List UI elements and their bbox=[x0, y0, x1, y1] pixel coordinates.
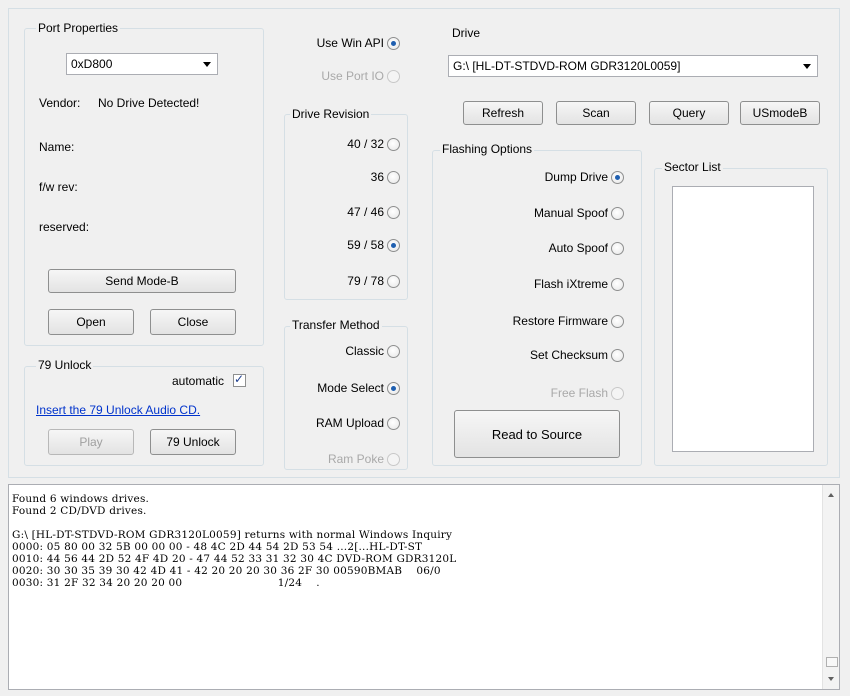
flash-ixtreme-label: Flash iXtreme bbox=[533, 277, 608, 291]
flash-dump-drive-option[interactable]: Dump Drive bbox=[440, 170, 624, 184]
flash-auto-spoof-option[interactable]: Auto Spoof bbox=[440, 241, 624, 255]
flash-restore-firmware-label: Restore Firmware bbox=[512, 314, 608, 328]
revision-36-radio[interactable] bbox=[387, 170, 400, 184]
transfer-ram-upload-option[interactable]: RAM Upload bbox=[290, 416, 400, 430]
flash-ixtreme-radio[interactable] bbox=[611, 277, 624, 291]
drive-revision-title: Drive Revision bbox=[290, 107, 372, 121]
transfer-mode-select-option[interactable]: Mode Select bbox=[290, 381, 400, 395]
transfer-classic-option[interactable]: Classic bbox=[290, 344, 400, 358]
flash-ixtreme-option[interactable]: Flash iXtreme bbox=[440, 277, 624, 291]
revision-36-label: 36 bbox=[370, 170, 384, 184]
query-button[interactable]: Query bbox=[649, 101, 729, 125]
scroll-up-icon[interactable] bbox=[828, 493, 834, 497]
flash-restore-firmware-option[interactable]: Restore Firmware bbox=[440, 314, 624, 328]
vendor-label: Vendor: bbox=[39, 96, 81, 110]
flash-manual-spoof-label: Manual Spoof bbox=[533, 206, 608, 220]
flash-free-flash-radio[interactable] bbox=[611, 386, 624, 400]
79-unlock-button[interactable]: 79 Unlock bbox=[150, 429, 236, 455]
automatic-label: automatic bbox=[172, 374, 225, 388]
revision-40-32-radio[interactable] bbox=[387, 137, 400, 151]
transfer-ram-upload-radio[interactable] bbox=[387, 416, 400, 430]
automatic-checkbox[interactable] bbox=[233, 372, 246, 387]
flash-free-flash-option[interactable]: Free Flash bbox=[440, 386, 624, 400]
revision-40-32-option[interactable]: 40 / 32 bbox=[290, 137, 400, 151]
read-to-source-button[interactable]: Read to Source bbox=[454, 410, 620, 458]
revision-40-32-label: 40 / 32 bbox=[347, 137, 384, 151]
flash-manual-spoof-radio[interactable] bbox=[611, 206, 624, 220]
transfer-ram-poke-label: Ram Poke bbox=[327, 452, 384, 466]
transfer-ram-poke-radio[interactable] bbox=[387, 452, 400, 466]
resize-grip-icon[interactable] bbox=[826, 657, 838, 667]
chevron-down-icon bbox=[803, 64, 811, 69]
port-address-select[interactable]: 0xD800 bbox=[66, 53, 218, 75]
close-button[interactable]: Close bbox=[150, 309, 236, 335]
firmware-revision-label: f/w rev: bbox=[39, 180, 78, 194]
drive-select[interactable]: G:\ [HL-DT-STDVD-ROM GDR3120L0059] bbox=[448, 55, 818, 77]
use-port-io-radio[interactable] bbox=[387, 69, 400, 83]
use-port-io-label: Use Port IO bbox=[321, 69, 384, 83]
flash-set-checksum-radio[interactable] bbox=[611, 348, 624, 362]
flash-manual-spoof-option[interactable]: Manual Spoof bbox=[440, 206, 624, 220]
transfer-mode-select-radio[interactable] bbox=[387, 381, 400, 395]
name-label: Name: bbox=[39, 140, 75, 154]
flash-set-checksum-label: Set Checksum bbox=[529, 348, 608, 362]
use-port-io-option[interactable]: Use Port IO bbox=[280, 69, 400, 83]
usmodeb-button[interactable]: USmodeB bbox=[740, 101, 820, 125]
port-properties-title: Port Properties bbox=[36, 21, 121, 35]
use-win-api-option[interactable]: Use Win API bbox=[280, 36, 400, 50]
log-text: Found 6 windows drives. Found 2 CD/DVD d… bbox=[12, 493, 457, 589]
chevron-down-icon bbox=[203, 62, 211, 67]
send-mode-b-button[interactable]: Send Mode-B bbox=[48, 269, 236, 293]
unlock79-title: 79 Unlock bbox=[36, 358, 94, 372]
open-button[interactable]: Open bbox=[48, 309, 134, 335]
log-scrollbar[interactable] bbox=[822, 485, 839, 689]
transfer-method-title: Transfer Method bbox=[290, 318, 382, 332]
flash-auto-spoof-label: Auto Spoof bbox=[548, 241, 608, 255]
refresh-button[interactable]: Refresh bbox=[463, 101, 543, 125]
scroll-down-icon[interactable] bbox=[828, 677, 834, 681]
sector-list-box[interactable] bbox=[672, 186, 814, 452]
transfer-classic-radio[interactable] bbox=[387, 344, 400, 358]
transfer-classic-label: Classic bbox=[345, 344, 384, 358]
play-button[interactable]: Play bbox=[48, 429, 134, 455]
transfer-mode-select-label: Mode Select bbox=[317, 381, 384, 395]
revision-36-option[interactable]: 36 bbox=[290, 170, 400, 184]
insert-unlock-cd-link[interactable]: Insert the 79 Unlock Audio CD. bbox=[36, 403, 200, 417]
flash-free-flash-label: Free Flash bbox=[550, 386, 608, 400]
reserved-label: reserved: bbox=[39, 220, 90, 234]
flash-set-checksum-option[interactable]: Set Checksum bbox=[440, 348, 624, 362]
revision-47-46-label: 47 / 46 bbox=[347, 205, 384, 219]
use-win-api-radio[interactable] bbox=[387, 36, 400, 50]
port-address-value: 0xD800 bbox=[71, 57, 113, 71]
revision-47-46-radio[interactable] bbox=[387, 205, 400, 219]
log-output[interactable]: Found 6 windows drives. Found 2 CD/DVD d… bbox=[8, 484, 840, 690]
vendor-value: No Drive Detected! bbox=[98, 96, 200, 110]
revision-47-46-option[interactable]: 47 / 46 bbox=[290, 205, 400, 219]
flash-restore-firmware-radio[interactable] bbox=[611, 314, 624, 328]
flash-dump-drive-radio[interactable] bbox=[611, 170, 624, 184]
sector-list-title: Sector List bbox=[662, 160, 723, 174]
transfer-ram-poke-option[interactable]: Ram Poke bbox=[290, 452, 400, 466]
revision-59-58-option[interactable]: 59 / 58 bbox=[290, 238, 400, 252]
transfer-ram-upload-label: RAM Upload bbox=[315, 416, 384, 430]
drive-title: Drive bbox=[452, 26, 481, 40]
flashing-options-title: Flashing Options bbox=[440, 142, 535, 156]
revision-59-58-radio[interactable] bbox=[387, 238, 400, 252]
flash-auto-spoof-radio[interactable] bbox=[611, 241, 624, 255]
use-win-api-label: Use Win API bbox=[316, 36, 384, 50]
revision-59-58-label: 59 / 58 bbox=[347, 238, 384, 252]
revision-79-78-radio[interactable] bbox=[387, 274, 400, 288]
revision-79-78-option[interactable]: 79 / 78 bbox=[290, 274, 400, 288]
drive-select-value: G:\ [HL-DT-STDVD-ROM GDR3120L0059] bbox=[453, 59, 681, 73]
scan-button[interactable]: Scan bbox=[556, 101, 636, 125]
revision-79-78-label: 79 / 78 bbox=[347, 274, 384, 288]
flash-dump-drive-label: Dump Drive bbox=[544, 170, 608, 184]
